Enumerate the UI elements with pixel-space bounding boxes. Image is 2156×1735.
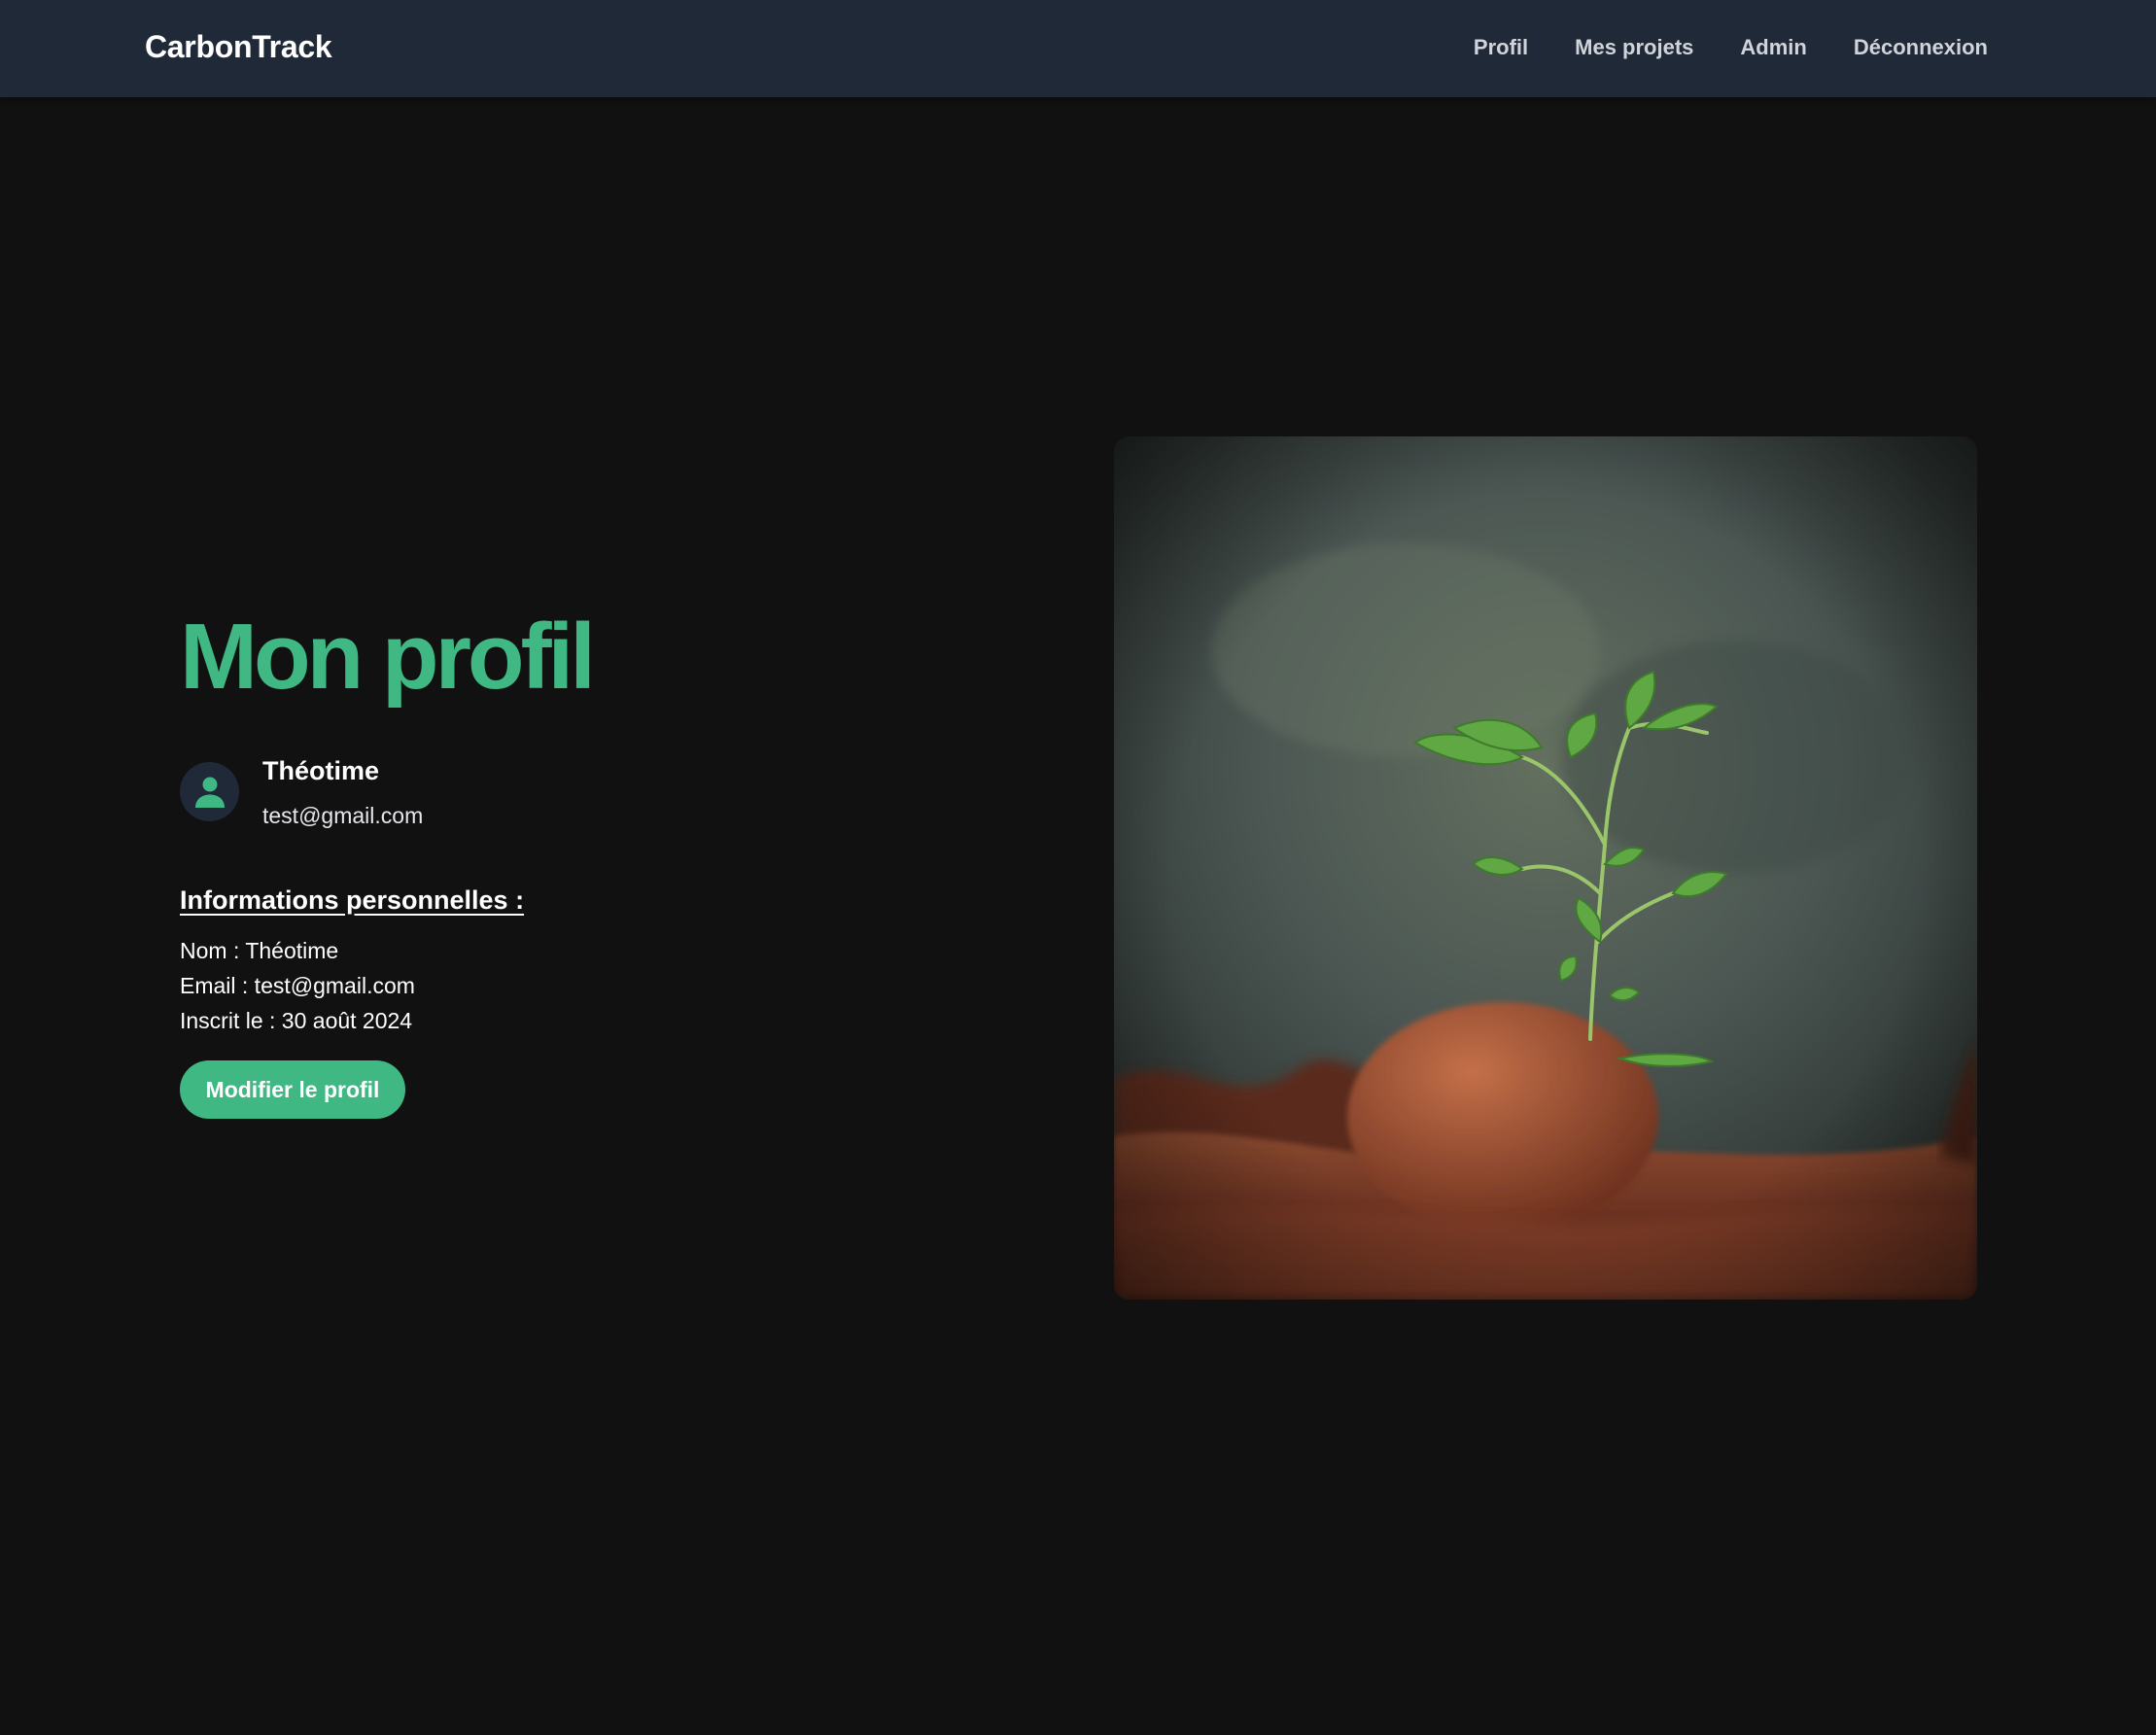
brand-logo[interactable]: CarbonTrack [145,29,332,65]
user-name: Théotime [262,756,380,785]
page-title: Mon profil [180,605,596,709]
nav-link-mes-projets[interactable]: Mes projets [1575,35,1693,60]
seedling-photo [1114,436,1977,1300]
info-row-joined: Inscrit le : 30 août 2024 [180,1008,413,1033]
user-icon [195,777,225,808]
top-navbar: CarbonTrack Profil Mes projets Admin Déc… [0,0,2156,97]
info-row-name: Nom : Théotime [180,938,339,963]
user-email: test@gmail.com [262,803,424,828]
nav-link-profil[interactable]: Profil [1474,35,1528,60]
nav-link-admin[interactable]: Admin [1740,35,1806,60]
edit-profile-button[interactable]: Modifier le profil [180,1060,405,1119]
nav-links: Profil Mes projets Admin Déconnexion [1474,35,1988,60]
avatar [180,762,239,821]
seedling-illustration [1114,436,1977,1300]
nav-link-deconnexion[interactable]: Déconnexion [1854,35,1988,60]
personal-info-heading: Informations personnelles : [180,885,525,915]
info-row-email: Email : test@gmail.com [180,973,415,998]
